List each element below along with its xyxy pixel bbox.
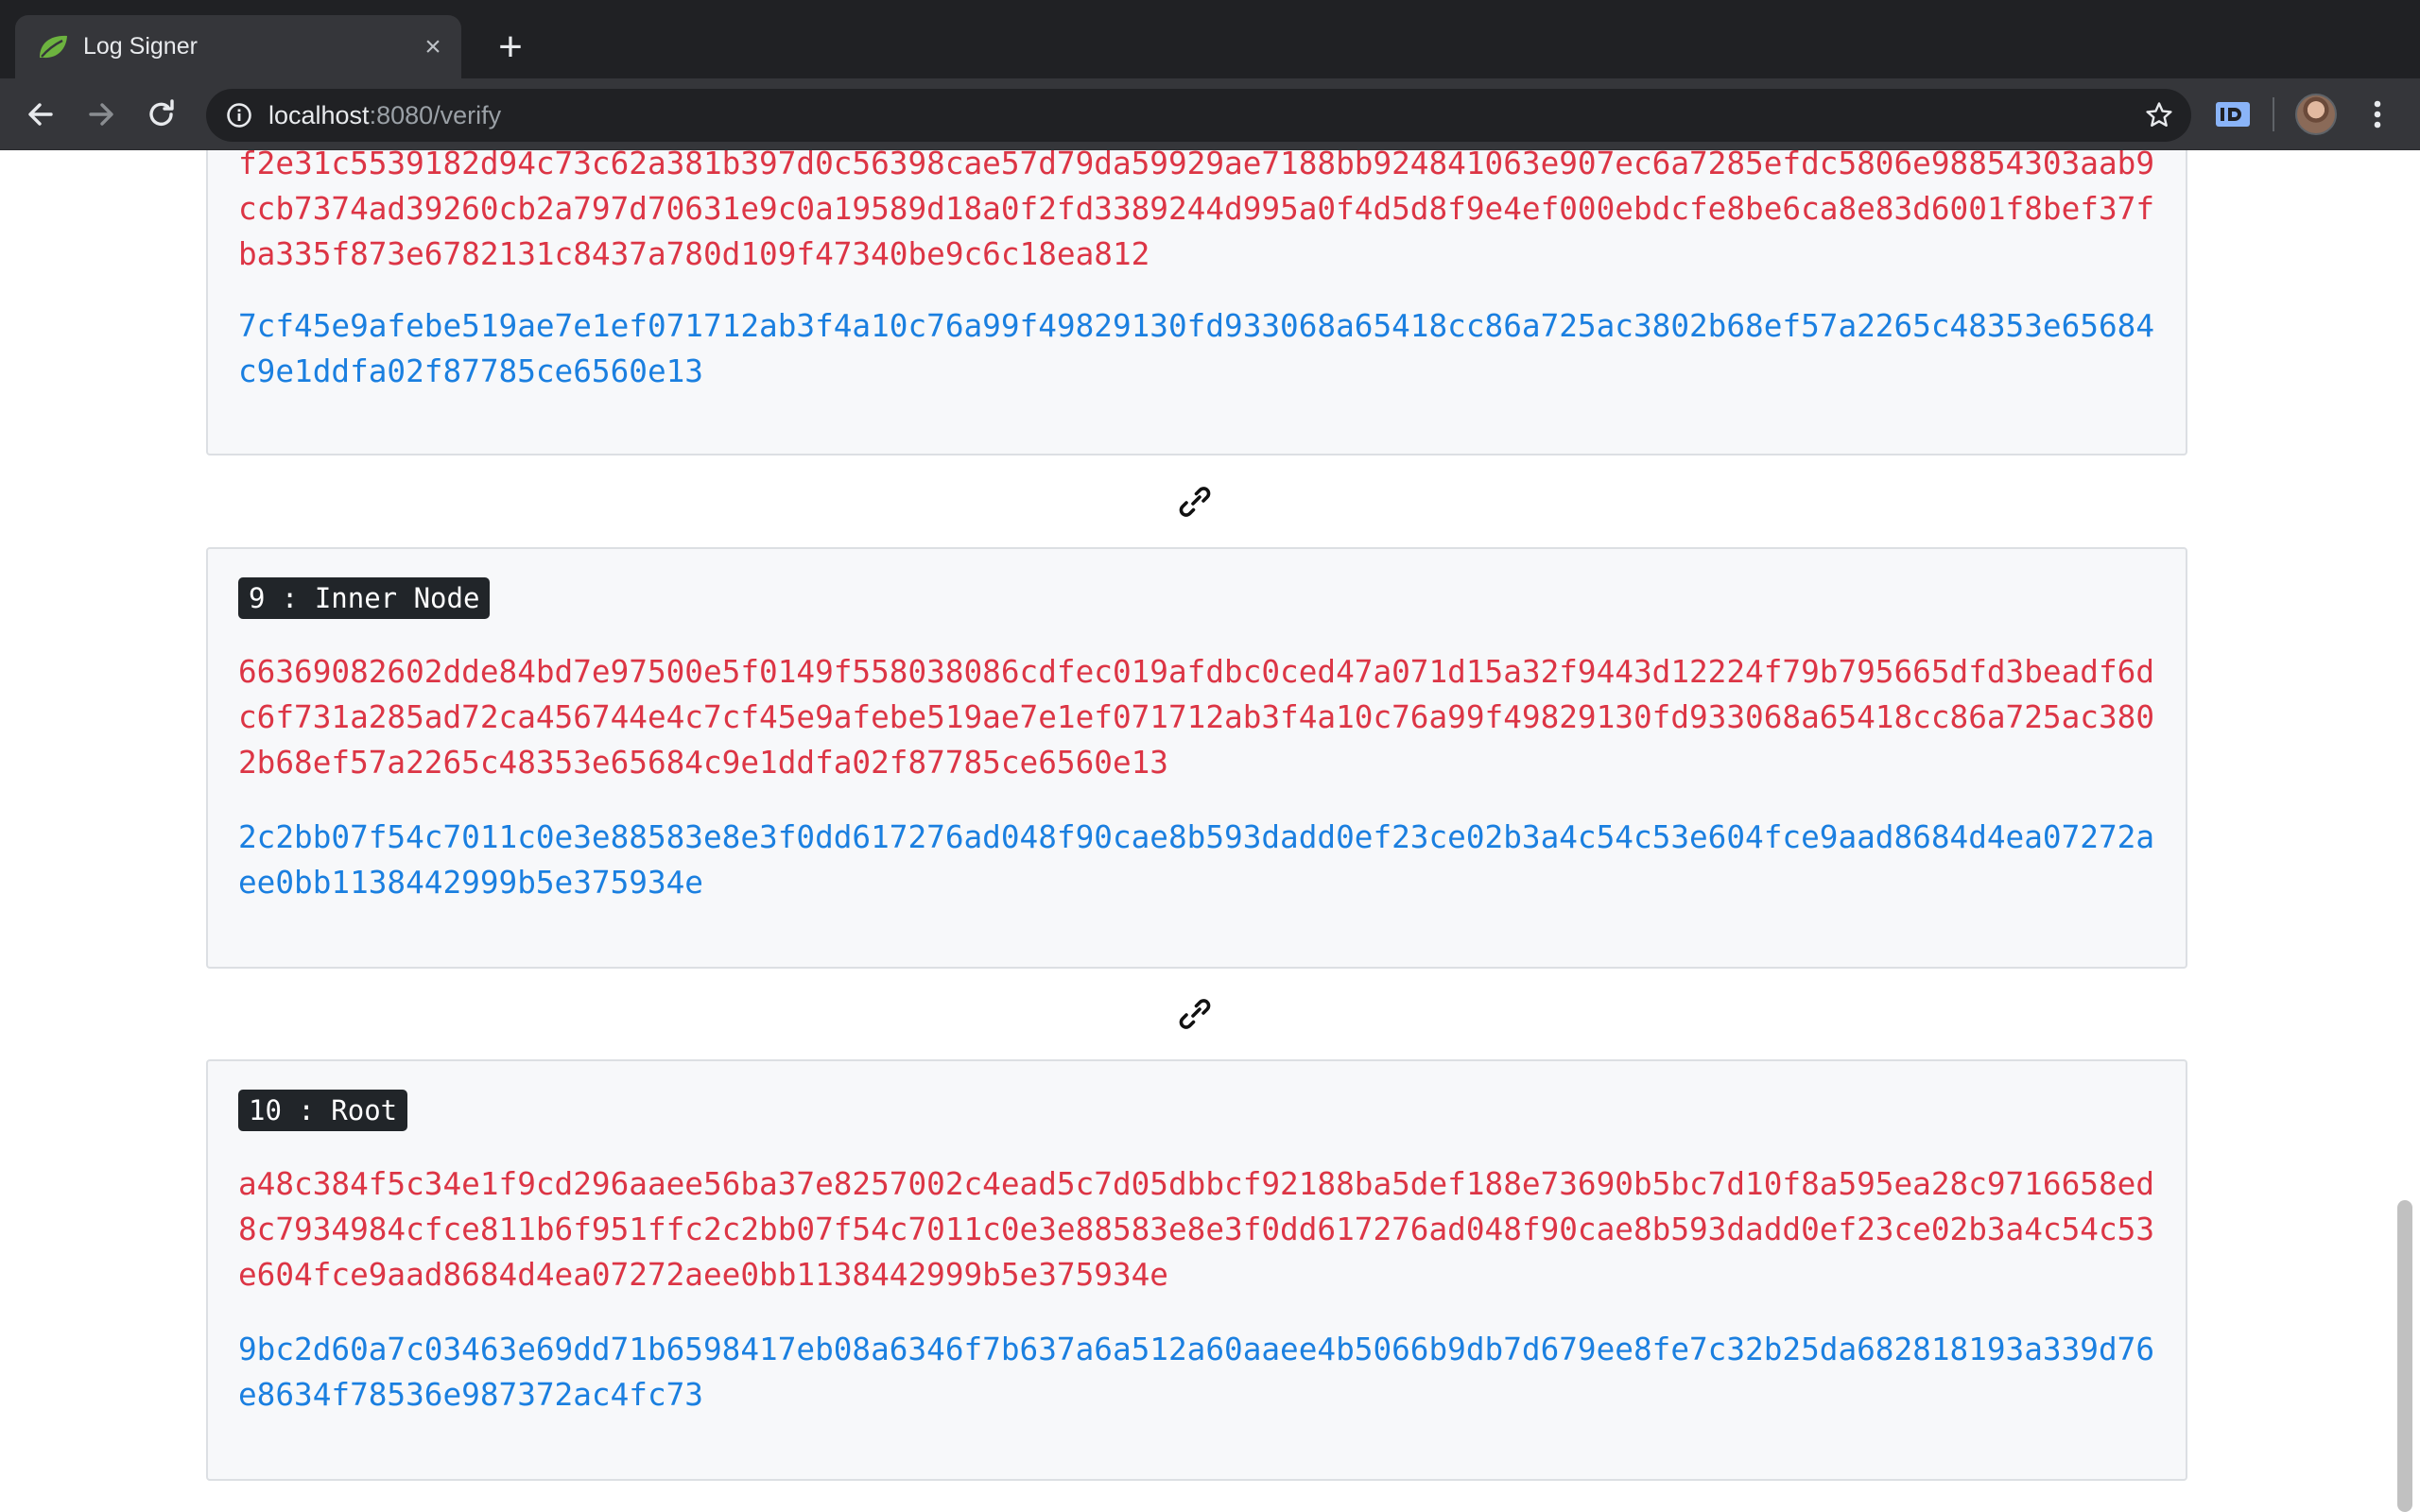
node-input-hash: 66369082602dde84bd7e97500e5f0149f5580380… xyxy=(238,654,2154,781)
node-output-hash: 2c2bb07f54c7011c0e3e88583e8e3f0dd617276a… xyxy=(238,819,2154,901)
node-card: f2e31c5539182d94c73c62a381b397d0c56398ca… xyxy=(206,150,2187,455)
avatar[interactable] xyxy=(2295,94,2337,135)
link-icon xyxy=(1179,999,1211,1029)
node-output-hash: 9bc2d60a7c03463e69dd71b6598417eb08a6346f… xyxy=(238,1332,2154,1413)
node-card-root: 10 : Root a48c384f5c34e1f9cd296aaee56ba3… xyxy=(206,1059,2187,1481)
url-host: localhost xyxy=(268,101,370,129)
tab-title: Log Signer xyxy=(83,33,198,60)
forward-icon[interactable] xyxy=(79,93,123,136)
new-tab-button[interactable]: + xyxy=(488,26,533,68)
node-output-hash: 7cf45e9afebe519ae7e1ef071712ab3f4a10c76a… xyxy=(238,308,2154,389)
back-icon[interactable] xyxy=(19,93,62,136)
address-bar[interactable]: localhost:8080/verify xyxy=(206,89,2191,142)
star-icon[interactable] xyxy=(2144,100,2174,130)
link-icon xyxy=(1179,487,1211,517)
spring-leaf-icon xyxy=(40,35,67,59)
tab-log-signer[interactable]: Log Signer × xyxy=(15,15,461,78)
close-tab-icon[interactable]: × xyxy=(418,32,448,62)
node-input-hash: f2e31c5539182d94c73c62a381b397d0c56398ca… xyxy=(238,150,2154,272)
node-label-badge: 10 : Root xyxy=(238,1090,408,1131)
info-icon[interactable] xyxy=(225,101,253,129)
node-card-inner: 9 : Inner Node 66369082602dde84bd7e97500… xyxy=(206,547,2187,969)
node-input-hash: a48c384f5c34e1f9cd296aaee56ba37e8257002c… xyxy=(238,1166,2154,1293)
tab-strip: Log Signer × + xyxy=(0,0,2420,78)
browser-toolbar: localhost:8080/verify xyxy=(0,78,2420,150)
reload-icon[interactable] xyxy=(140,93,183,136)
url-path: :8080/verify xyxy=(369,101,502,129)
id-extension-icon[interactable] xyxy=(2214,99,2252,129)
node-label-badge: 9 : Inner Node xyxy=(238,577,491,619)
toolbar-separator xyxy=(2273,97,2274,131)
three-dots-icon[interactable] xyxy=(2363,95,2392,133)
scrollbar-thumb[interactable] xyxy=(2397,1200,2412,1512)
page-content: f2e31c5539182d94c73c62a381b397d0c56398ca… xyxy=(0,150,2420,1512)
url-text[interactable]: localhost:8080/verify xyxy=(268,89,501,142)
